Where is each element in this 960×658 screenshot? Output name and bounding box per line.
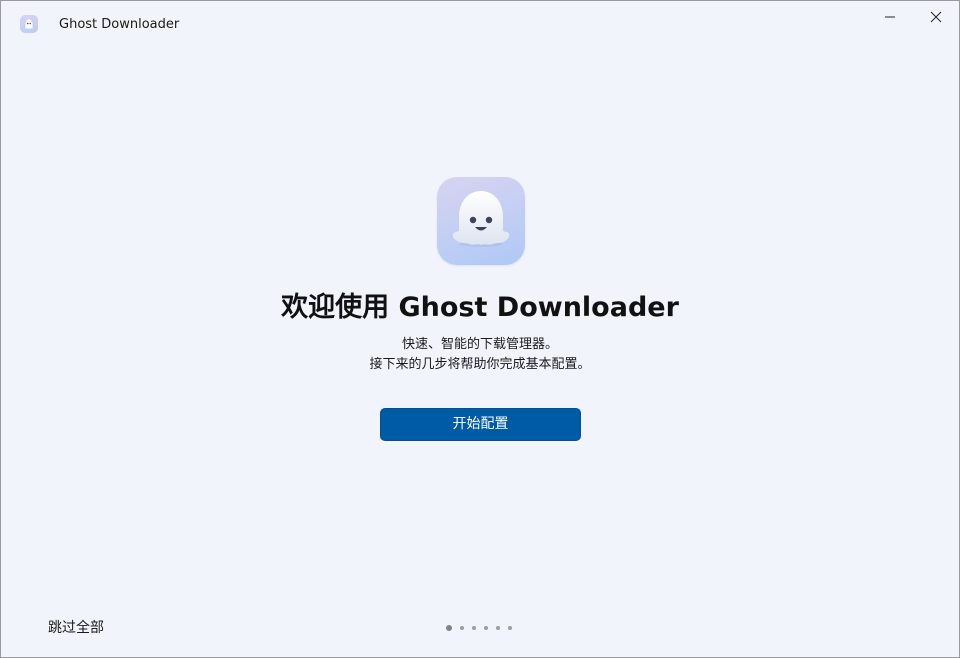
- minimize-icon: [885, 16, 895, 18]
- step-dot: [508, 626, 512, 630]
- welcome-subtitle-line-2: 接下来的几步将帮助你完成基本配置。: [369, 357, 591, 372]
- skip-all-button[interactable]: 跳过全部: [48, 619, 104, 637]
- step-dot: [496, 626, 500, 630]
- step-dot: [460, 626, 464, 630]
- close-icon: [930, 11, 942, 23]
- welcome-title: 欢迎使用 Ghost Downloader: [281, 292, 679, 323]
- minimize-button[interactable]: [867, 1, 913, 33]
- close-button[interactable]: [913, 1, 959, 33]
- window-title: Ghost Downloader: [59, 17, 180, 32]
- step-dot: [484, 626, 488, 630]
- setup-window: Ghost Downloader 欢迎使用 Ghost Downloader 快…: [0, 0, 960, 658]
- title-bar[interactable]: Ghost Downloader: [1, 1, 959, 47]
- welcome-subtitle-line-1: 快速、智能的下载管理器。: [401, 337, 558, 352]
- start-setup-button[interactable]: 开始配置: [380, 408, 581, 441]
- step-dot: [472, 626, 476, 630]
- ghost-icon: [20, 15, 38, 33]
- step-indicator: [446, 624, 520, 632]
- ghost-logo: [437, 177, 525, 265]
- ghost-icon: [452, 191, 510, 247]
- step-dot: [446, 625, 452, 631]
